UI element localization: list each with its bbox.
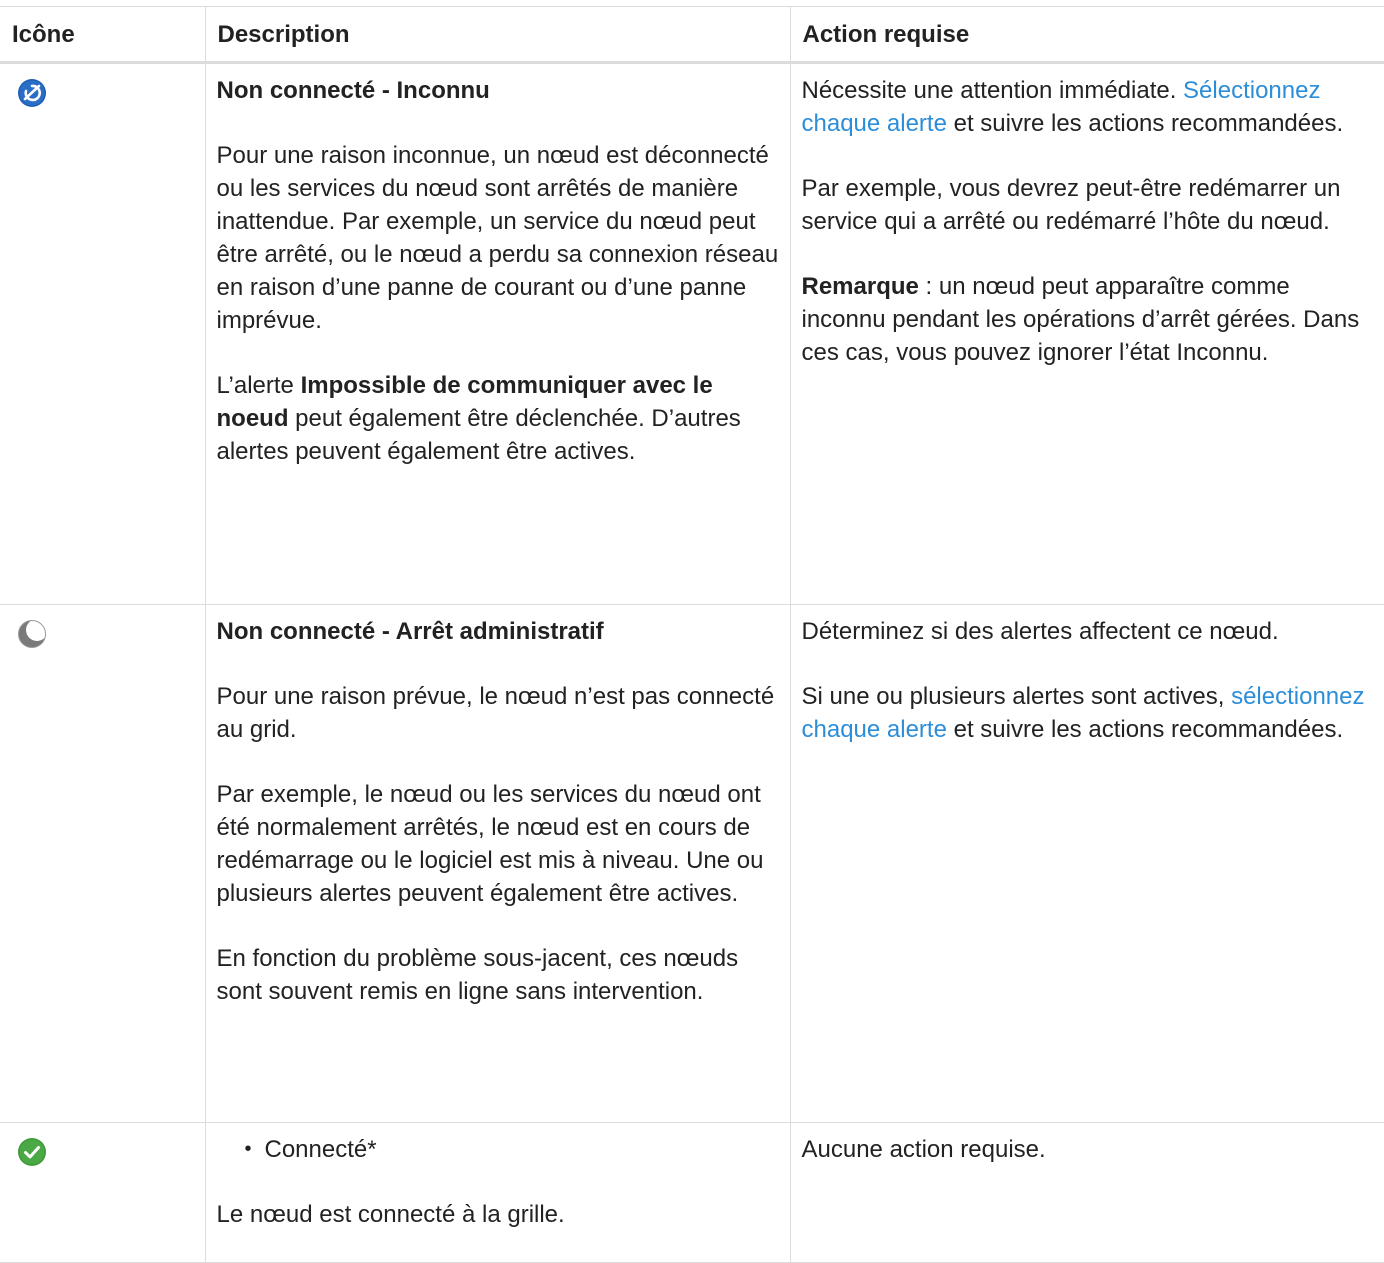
description-cell: Non connecté - Inconnu Pour une raison i… (205, 62, 791, 605)
table-row: Connecté* Le nœud est connecté à la gril… (0, 1122, 1384, 1263)
description-cell: Non connecté - Arrêt administratif Pour … (205, 604, 791, 1123)
action-text: Par exemple, vous devrez peut-être redém… (801, 175, 1341, 235)
action-text: Si une ou plusieurs alertes sont actives… (801, 683, 1365, 743)
description-text: Pour une raison inconnue, un nœud est dé… (216, 142, 779, 334)
action-cell: Déterminez si des alertes affectent ce n… (790, 604, 1384, 1123)
note-text: Remarque : un nœud peut apparaître comme… (801, 273, 1360, 366)
action-cell: Nécessite une attention immédiate. Sélec… (790, 62, 1384, 605)
description-text: Pour une raison prévue, le nœud n’est pa… (216, 683, 775, 743)
description-text: Par exemple, le nœud ou les services du … (216, 781, 764, 907)
unknown-status-icon (18, 79, 46, 107)
node-status-table: Icône Description Action requise Non con… (0, 6, 1384, 1263)
description-text: En fonction du problème sous-jacent, ces… (216, 945, 739, 1005)
table-row: Non connecté - Arrêt administratif Pour … (0, 604, 1384, 1123)
check-circle-icon (18, 1138, 46, 1166)
description-cell: Connecté* Le nœud est connecté à la gril… (205, 1122, 791, 1263)
description-text: Le nœud est connecté à la grille. (216, 1201, 565, 1228)
icon-cell (0, 62, 206, 605)
table-row: Non connecté - Inconnu Pour une raison i… (0, 62, 1384, 605)
status-title: Non connecté - Arrêt administratif (216, 618, 604, 645)
action-text: Déterminez si des alertes affectent ce n… (801, 618, 1279, 645)
action-cell: Aucune action requise. (790, 1122, 1384, 1263)
status-title: Non connecté - Inconnu (216, 77, 490, 104)
header-icon: Icône (0, 6, 206, 64)
icon-cell (0, 1122, 206, 1263)
header-action: Action requise (790, 6, 1384, 64)
header-description: Description (205, 6, 791, 64)
list-item: Connecté* (245, 1133, 780, 1166)
icon-cell (0, 604, 206, 1123)
moon-icon (18, 619, 47, 648)
description-text: L’alerte Impossible de communiquer avec … (216, 372, 741, 465)
status-list: Connecté* (217, 1133, 780, 1166)
action-text: Nécessite une attention immédiate. Sélec… (801, 77, 1344, 137)
action-text: Aucune action requise. (801, 1136, 1046, 1163)
table-header-row: Icône Description Action requise (0, 6, 1384, 64)
